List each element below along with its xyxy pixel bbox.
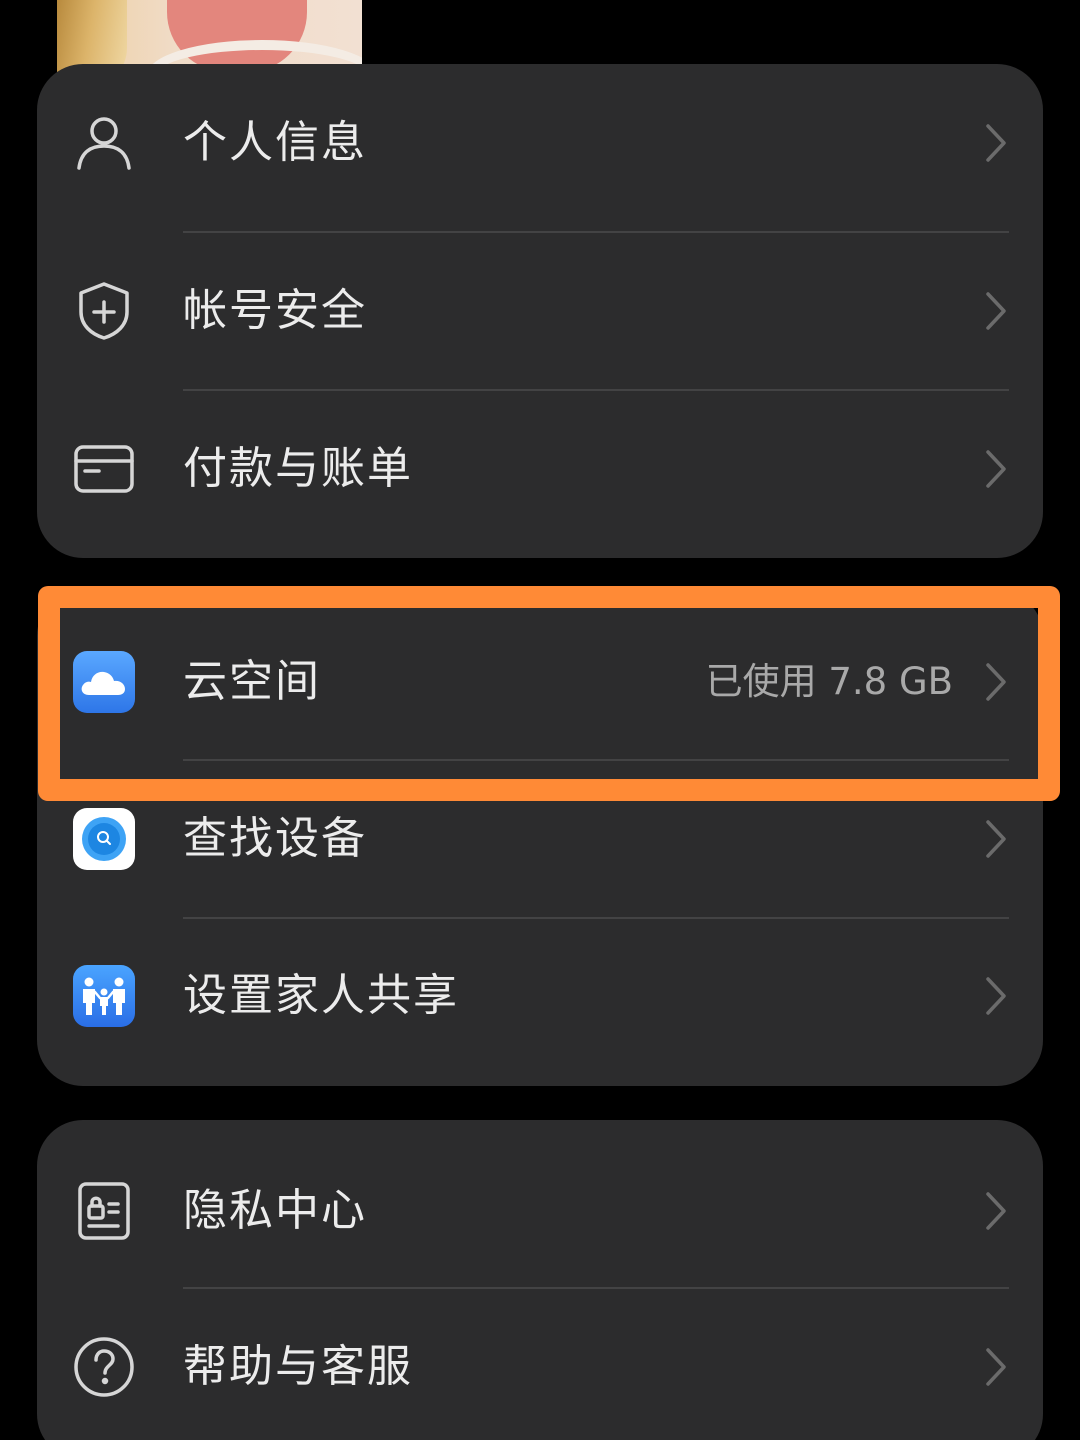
family-icon [73, 965, 135, 1027]
menu-item-label: 个人信息 [183, 117, 367, 168]
chevron-right-icon [986, 450, 1006, 488]
chevron-right-icon [986, 1192, 1006, 1230]
support-card: 隐私中心 帮助与客服 [37, 1120, 1043, 1440]
chevron-right-icon [986, 977, 1006, 1015]
account-settings-card: 个人信息 帐号安全 付款与账单 [37, 64, 1043, 558]
menu-item-label: 设置家人共享 [183, 970, 459, 1021]
menu-item-label: 隐私中心 [183, 1185, 367, 1236]
privacy-icon [73, 1180, 135, 1242]
chevron-right-icon [986, 820, 1006, 858]
person-icon [73, 112, 135, 174]
menu-item-payment-billing[interactable]: 付款与账单 [37, 390, 1043, 548]
card-icon [73, 438, 135, 500]
chevron-right-icon [986, 124, 1006, 162]
find-device-icon [73, 808, 135, 870]
menu-item-account-security[interactable]: 帐号安全 [37, 232, 1043, 390]
menu-item-personal-info[interactable]: 个人信息 [37, 64, 1043, 222]
menu-item-privacy-center[interactable]: 隐私中心 [37, 1132, 1043, 1290]
menu-item-family-sharing[interactable]: 设置家人共享 [37, 917, 1043, 1075]
menu-item-label: 查找设备 [183, 813, 367, 864]
menu-item-label: 帮助与客服 [183, 1341, 413, 1392]
menu-item-help-support[interactable]: 帮助与客服 [37, 1288, 1043, 1440]
menu-item-label: 帐号安全 [183, 285, 367, 336]
highlight-annotation-box [38, 586, 1060, 801]
shield-plus-icon [73, 280, 135, 342]
account-screen: 个人信息 帐号安全 付款与账单 云空间 已使用 7.8 GB 查找设备 设置家人… [0, 0, 1080, 1440]
chevron-right-icon [986, 292, 1006, 330]
help-icon [73, 1336, 135, 1398]
menu-item-label: 付款与账单 [183, 443, 413, 494]
chevron-right-icon [986, 1348, 1006, 1386]
